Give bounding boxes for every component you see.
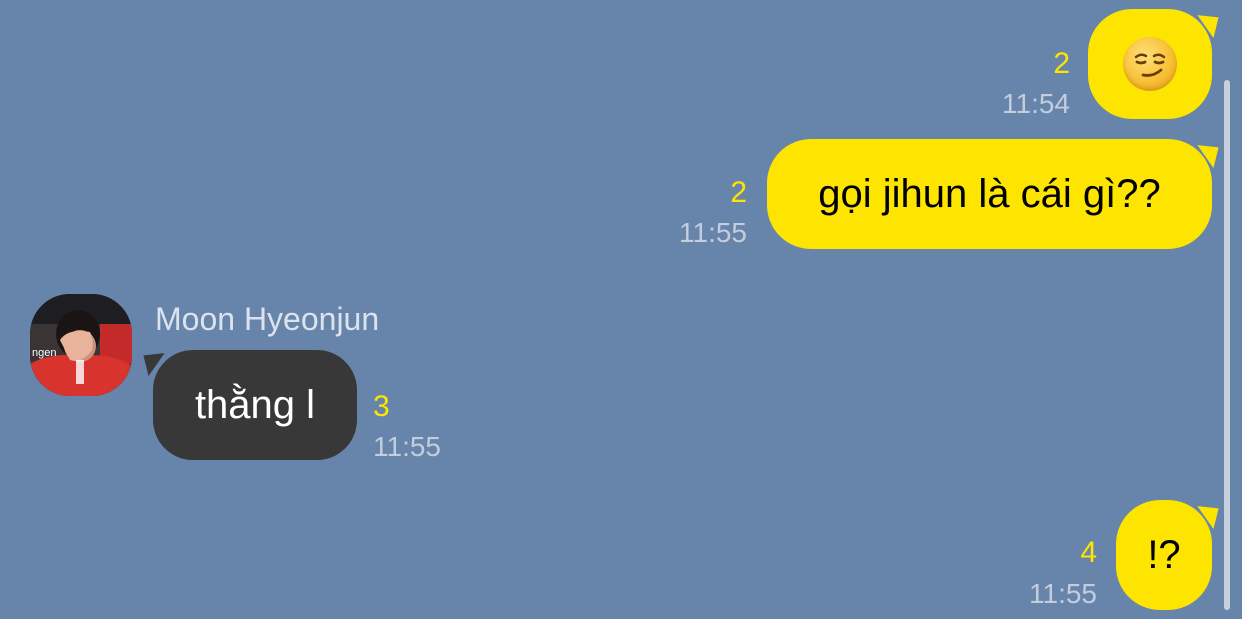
message-text: thằng l bbox=[194, 382, 316, 427]
scrollbar[interactable] bbox=[1224, 80, 1230, 610]
chat-bubble-sent[interactable]: gọi jihun là cái gì?? bbox=[767, 139, 1212, 249]
profile-photo-icon: ngen bbox=[30, 294, 132, 396]
smirking-face-emoji bbox=[1123, 37, 1177, 91]
unread-count: 3 bbox=[373, 390, 390, 423]
message-time: 11:54 bbox=[1002, 88, 1070, 119]
sender-name: Moon Hyeonjun bbox=[155, 301, 380, 337]
chat-bubble-sent[interactable]: !? bbox=[1116, 500, 1212, 610]
message-text: gọi jihun là cái gì?? bbox=[818, 171, 1161, 216]
message-time: 11:55 bbox=[1029, 578, 1097, 609]
svg-text:ngen: ngen bbox=[32, 347, 56, 359]
unread-count: 4 bbox=[1080, 536, 1097, 569]
chat-bubble-received[interactable]: thằng l bbox=[153, 350, 357, 460]
message-text: !? bbox=[1147, 532, 1181, 577]
chat-bubble-sent[interactable] bbox=[1088, 9, 1212, 119]
avatar[interactable]: ngen bbox=[30, 294, 132, 396]
unread-count: 2 bbox=[730, 176, 747, 209]
message-time: 11:55 bbox=[679, 217, 747, 248]
unread-count: 2 bbox=[1053, 47, 1070, 80]
message-time: 11:55 bbox=[373, 431, 441, 462]
